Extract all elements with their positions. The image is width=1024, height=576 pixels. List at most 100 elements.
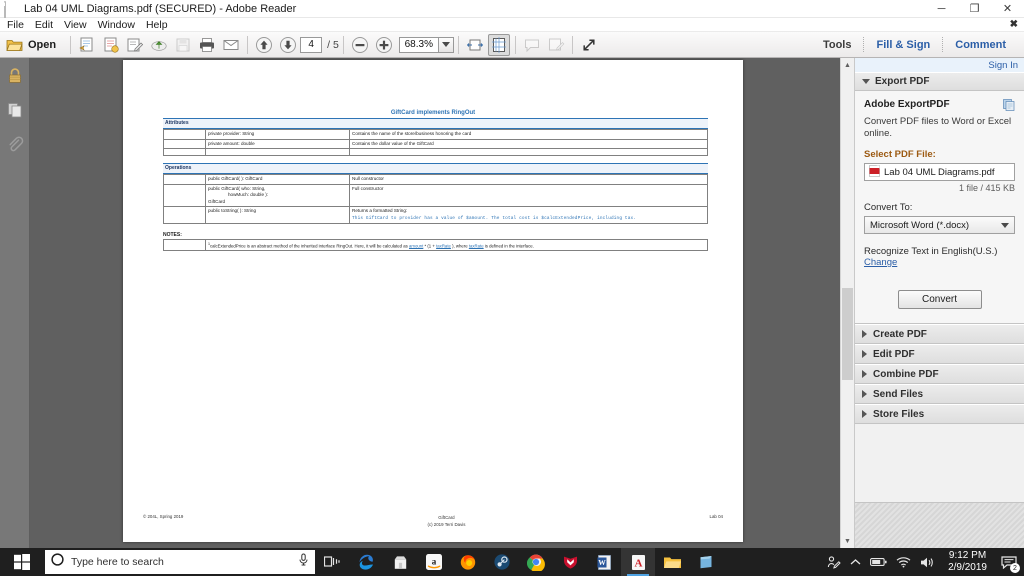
notification-center-icon[interactable]: 2 [1000, 553, 1020, 573]
amazon-icon[interactable]: a [417, 548, 451, 576]
panel-empty-area [855, 502, 1024, 548]
adobe-exportpdf-description: Convert PDF files to Word or Excel onlin… [864, 116, 1012, 139]
selected-file-box[interactable]: Lab 04 UML Diagrams.pdf [864, 163, 1015, 181]
export-pdf-section-header[interactable]: Export PDF [855, 72, 1024, 91]
op-signature: public GiftCard( ): GiftCard [205, 174, 350, 185]
maximize-button[interactable]: ❐ [958, 0, 991, 18]
close-button[interactable]: ✕ [991, 0, 1024, 18]
next-page-icon[interactable] [277, 34, 299, 56]
pages-icon[interactable] [5, 100, 25, 120]
taskbar-clock[interactable]: 9:12 PM 2/9/2019 [948, 550, 987, 574]
fill-and-sign-button[interactable]: Fill & Sign [864, 39, 942, 51]
note-link-amount: amount [408, 243, 424, 249]
adobe-exportpdf-title-row: Adobe ExportPDF [864, 99, 1015, 114]
chrome-icon[interactable] [519, 548, 553, 576]
op-description-text: Returns a formatted String: [352, 208, 408, 213]
document-close-icon[interactable]: ✖ [1010, 19, 1018, 30]
scroll-up-icon[interactable]: ▲ [841, 58, 854, 72]
sticky-notes-icon[interactable] [689, 548, 723, 576]
fit-width-icon[interactable] [464, 34, 486, 56]
pen-people-icon[interactable] [827, 555, 841, 569]
create-pdf-label: Create PDF [873, 328, 927, 340]
battery-icon[interactable] [870, 557, 887, 567]
combine-pdf-section-header[interactable]: Combine PDF [855, 364, 1024, 384]
menu-edit[interactable]: Edit [35, 19, 60, 31]
zoom-out-icon[interactable] [349, 34, 371, 56]
lock-icon[interactable] [5, 66, 25, 86]
attr-signature: private provider: String [205, 129, 350, 140]
send-files-section-header[interactable]: Send Files [855, 384, 1024, 404]
comment-button[interactable]: Comment [943, 39, 1018, 51]
zoom-dropdown-icon[interactable] [438, 36, 454, 53]
menu-view[interactable]: View [64, 19, 94, 31]
show-hidden-icons-icon[interactable] [850, 558, 861, 566]
windows-taskbar: Type here to search a W A 9:12 PM 2/9/20… [0, 548, 1024, 576]
mcafee-icon[interactable] [553, 548, 587, 576]
menu-window[interactable]: Window [98, 19, 142, 31]
edge-icon[interactable] [349, 548, 383, 576]
firefox-icon[interactable] [451, 548, 485, 576]
recognize-text-label: Recognize Text in English(U.S.) [864, 246, 998, 257]
search-box[interactable]: Type here to search [45, 550, 315, 574]
save-as-copy-icon[interactable] [76, 34, 98, 56]
file-meta-label: 1 file / 415 KB [958, 183, 1015, 193]
start-button[interactable] [0, 548, 44, 576]
page-footer: © 204L, Spring 2019 GiftCard (c) 2019 Te… [123, 514, 743, 528]
create-pdf-icon[interactable] [100, 34, 122, 56]
table-row [163, 148, 708, 156]
document-viewport[interactable]: GiftCard implements RingOut Attributes p… [30, 58, 840, 548]
sign-in-link[interactable]: Sign In [988, 60, 1018, 71]
chevron-down-icon [862, 79, 870, 84]
scroll-down-icon[interactable]: ▼ [841, 534, 854, 548]
file-explorer-icon[interactable] [655, 548, 689, 576]
convert-to-select[interactable]: Microsoft Word (*.docx) [864, 216, 1015, 234]
sign-icon[interactable] [124, 34, 146, 56]
tools-button[interactable]: Tools [811, 39, 864, 51]
microphone-icon[interactable] [298, 553, 309, 571]
print-icon[interactable] [196, 34, 218, 56]
attr-visibility [163, 129, 206, 140]
menu-file[interactable]: File [7, 19, 31, 31]
op-visibility [163, 183, 206, 207]
edit-pdf-section-header[interactable]: Edit PDF [855, 344, 1024, 364]
scrollbar-thumb[interactable] [842, 288, 853, 380]
op-description: Full constructor [349, 183, 708, 207]
adobe-exportpdf-title: Adobe ExportPDF [864, 99, 950, 110]
table-row: 1calcExtendedPrice is an abstract method… [163, 238, 708, 252]
zoom-level-input[interactable]: 68.3% [398, 36, 439, 53]
open-folder-icon [6, 39, 23, 51]
open-button[interactable]: Open [1, 34, 65, 56]
change-language-link[interactable]: Change [864, 257, 1015, 268]
menu-help[interactable]: Help [146, 19, 175, 31]
chevron-right-icon [862, 410, 867, 418]
document-scrollbar[interactable]: ▲ ▼ [840, 58, 854, 548]
upload-cloud-icon[interactable] [148, 34, 170, 56]
previous-page-icon[interactable] [253, 34, 275, 56]
task-view-icon[interactable] [315, 548, 349, 576]
create-pdf-section-header[interactable]: Create PDF [855, 324, 1024, 344]
page-total-label: / 5 [327, 38, 339, 51]
wifi-icon[interactable] [896, 556, 911, 568]
svg-text:A: A [634, 557, 642, 569]
convert-button[interactable]: Convert [897, 290, 982, 309]
table-row: public toString( ): String Returns a for… [163, 206, 708, 224]
menu-bar: File Edit View Window Help ✖ [0, 18, 1024, 32]
minimize-button[interactable]: ─ [925, 0, 958, 18]
email-icon[interactable] [220, 34, 242, 56]
attr-visibility [163, 148, 206, 156]
note-mid: * (1 + [423, 243, 437, 249]
steam-icon[interactable] [485, 548, 519, 576]
search-input[interactable]: Type here to search [71, 556, 291, 568]
fullscreen-icon[interactable] [578, 34, 600, 56]
fit-page-icon[interactable] [487, 33, 510, 56]
zoom-in-icon[interactable] [373, 34, 395, 56]
sign-in-row: Sign In [855, 58, 1024, 72]
microsoft-store-icon[interactable] [383, 548, 417, 576]
volume-icon[interactable] [920, 556, 935, 569]
footer-left: © 204L, Spring 2019 [143, 514, 184, 519]
page-number-input[interactable]: 4 [300, 36, 323, 53]
adobe-reader-icon[interactable]: A [621, 548, 655, 576]
store-files-section-header[interactable]: Store Files [855, 404, 1024, 424]
word-icon[interactable]: W [587, 548, 621, 576]
paperclip-icon[interactable] [5, 134, 25, 154]
